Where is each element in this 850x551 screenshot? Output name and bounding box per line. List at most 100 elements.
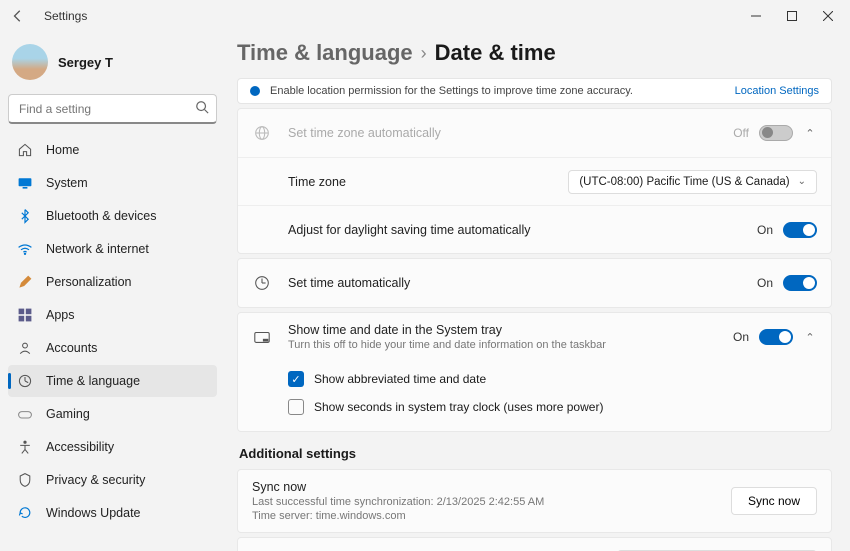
close-button[interactable]	[810, 2, 846, 30]
sidebar-item-label: Apps	[46, 308, 75, 322]
calendars-card: Show additional calendars in the taskbar…	[237, 537, 832, 551]
minimize-button[interactable]	[738, 2, 774, 30]
sync-now-button[interactable]: Sync now	[731, 487, 817, 515]
page-title: Date & time	[435, 40, 556, 66]
sidebar-item-label: Time & language	[46, 374, 140, 388]
chevron-down-icon: ⌄	[798, 176, 806, 187]
seconds-checkbox-row[interactable]: Show seconds in system tray clock (uses …	[288, 393, 817, 421]
additional-heading: Additional settings	[239, 446, 832, 461]
title-bar: Settings	[0, 0, 850, 32]
checkbox-unchecked-icon	[288, 399, 304, 415]
clock-icon	[252, 274, 272, 292]
sidebar-item-gaming[interactable]: Gaming	[8, 398, 217, 430]
checkbox-checked-icon: ✓	[288, 371, 304, 387]
sidebar-item-accounts[interactable]: Accounts	[8, 332, 217, 364]
row-label: Adjust for daylight saving time automati…	[288, 223, 757, 237]
toggle-state: On	[757, 223, 773, 237]
update-icon	[16, 504, 34, 522]
minimize-icon	[751, 11, 761, 21]
sidebar-item-label: Personalization	[46, 275, 131, 289]
sidebar-item-label: Gaming	[46, 407, 90, 421]
sidebar-item-label: Bluetooth & devices	[46, 209, 157, 223]
dst-toggle[interactable]	[783, 222, 817, 238]
sidebar-item-label: Windows Update	[46, 506, 141, 520]
sidebar-item-label: Accessibility	[46, 440, 114, 454]
tray-card: Show time and date in the System tray Tu…	[237, 312, 832, 432]
row-label: Set time zone automatically	[288, 126, 733, 140]
row-label: Show time and date in the System tray	[288, 323, 733, 337]
auto-time-row: Set time automatically On	[238, 259, 831, 307]
time-icon	[16, 372, 34, 390]
chevron-up-icon[interactable]: ⌃	[803, 127, 817, 140]
sidebar-item-time[interactable]: Time & language	[8, 365, 217, 397]
sidebar-item-personalization[interactable]: Personalization	[8, 266, 217, 298]
sidebar-item-update[interactable]: Windows Update	[8, 497, 217, 529]
tray-toggle[interactable]	[759, 329, 793, 345]
row-sublabel: Turn this off to hide your time and date…	[288, 339, 733, 351]
sidebar-item-apps[interactable]: Apps	[8, 299, 217, 331]
sidebar-item-bluetooth[interactable]: Bluetooth & devices	[8, 200, 217, 232]
sidebar: Sergey T Home System Bluetooth & devices Ne…	[0, 32, 225, 551]
main-content: Time & language › Date & time Enable loc…	[225, 32, 850, 551]
system-icon	[16, 174, 34, 192]
abbrev-checkbox-row[interactable]: ✓ Show abbreviated time and date	[288, 365, 817, 393]
auto-time-toggle[interactable]	[783, 275, 817, 291]
sidebar-item-system[interactable]: System	[8, 167, 217, 199]
tray-row[interactable]: Show time and date in the System tray Tu…	[238, 313, 831, 361]
row-label: Sync now	[252, 480, 731, 494]
sync-card: Sync now Last successful time synchroniz…	[237, 469, 832, 533]
sidebar-item-label: Privacy & security	[46, 473, 145, 487]
timezone-dropdown[interactable]: (UTC-08:00) Pacific Time (US & Canada) ⌄	[568, 170, 817, 194]
sidebar-item-label: System	[46, 176, 88, 190]
sync-sub2: Time server: time.windows.com	[252, 510, 731, 522]
toggle-state: On	[757, 276, 773, 290]
dropdown-value: (UTC-08:00) Pacific Time (US & Canada)	[579, 176, 789, 188]
location-settings-link[interactable]: Location Settings	[735, 85, 819, 97]
chevron-right-icon: ›	[421, 43, 427, 64]
profile[interactable]: Sergey T	[8, 36, 217, 94]
info-message: Enable location permission for the Setti…	[270, 85, 633, 97]
gaming-icon	[16, 405, 34, 423]
row-label: Set time automatically	[288, 276, 757, 290]
search-input[interactable]	[8, 94, 217, 124]
timezone-card: Set time zone automatically Off ⌃ Time z…	[237, 108, 832, 254]
checkbox-label: Show abbreviated time and date	[314, 372, 486, 386]
calendars-row: Show additional calendars in the taskbar…	[238, 538, 831, 551]
toggle-state: Off	[733, 126, 749, 140]
user-name: Sergey T	[58, 55, 113, 70]
search-box	[8, 94, 217, 124]
timezone-row: Time zone (UTC-08:00) Pacific Time (US &…	[238, 157, 831, 205]
info-bar: Enable location permission for the Setti…	[237, 78, 832, 104]
sidebar-item-label: Network & internet	[46, 242, 149, 256]
apps-icon	[16, 306, 34, 324]
close-icon	[823, 11, 833, 21]
dst-row: Adjust for daylight saving time automati…	[238, 205, 831, 253]
sidebar-item-accessibility[interactable]: Accessibility	[8, 431, 217, 463]
nav: Home System Bluetooth & devices Network & i…	[8, 134, 217, 529]
auto-timezone-row[interactable]: Set time zone automatically Off ⌃	[238, 109, 831, 157]
search-icon	[195, 100, 209, 114]
maximize-button[interactable]	[774, 2, 810, 30]
avatar	[12, 44, 48, 80]
sidebar-item-network[interactable]: Network & internet	[8, 233, 217, 265]
auto-timezone-toggle[interactable]	[759, 125, 793, 141]
sync-row: Sync now Last successful time synchroniz…	[238, 470, 831, 532]
arrow-left-icon	[11, 9, 25, 23]
network-icon	[16, 240, 34, 258]
auto-time-card: Set time automatically On	[237, 258, 832, 308]
sidebar-item-home[interactable]: Home	[8, 134, 217, 166]
sidebar-item-privacy[interactable]: Privacy & security	[8, 464, 217, 496]
breadcrumb-parent[interactable]: Time & language	[237, 40, 413, 66]
maximize-icon	[787, 11, 797, 21]
sync-sub1: Last successful time synchronization: 2/…	[252, 496, 731, 508]
bluetooth-icon	[16, 207, 34, 225]
back-button[interactable]	[4, 2, 32, 30]
breadcrumb: Time & language › Date & time	[237, 40, 832, 66]
chevron-up-icon[interactable]: ⌃	[803, 331, 817, 344]
row-label: Time zone	[288, 175, 568, 189]
sidebar-item-label: Accounts	[46, 341, 97, 355]
window-title: Settings	[44, 9, 87, 23]
tray-suboptions: ✓ Show abbreviated time and date Show se…	[238, 361, 831, 431]
personalization-icon	[16, 273, 34, 291]
accounts-icon	[16, 339, 34, 357]
